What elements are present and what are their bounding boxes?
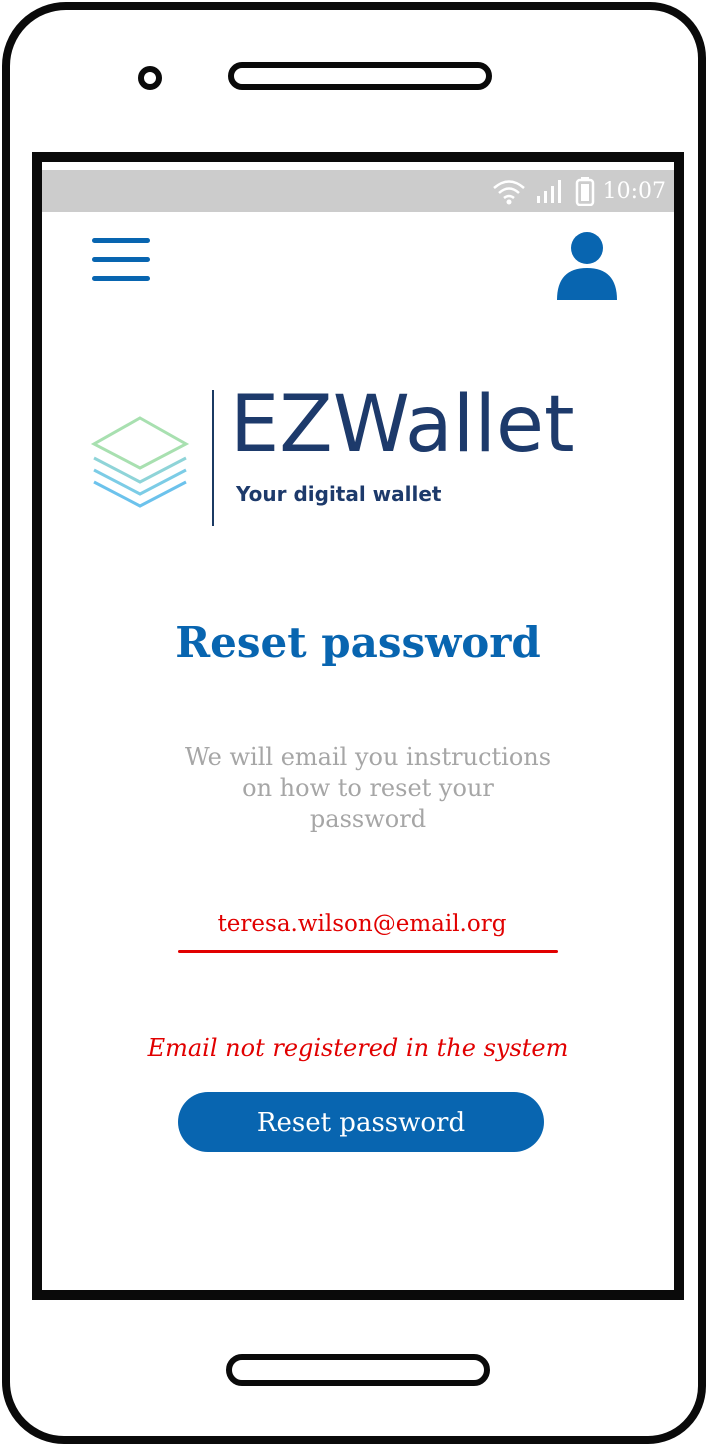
layers-logo-icon — [90, 416, 190, 508]
status-icons: 10:07 — [491, 170, 666, 212]
status-time: 10:07 — [602, 178, 666, 204]
earpiece-speaker — [228, 62, 492, 90]
logo-divider — [212, 390, 214, 526]
status-bar: 10:07 — [42, 170, 674, 212]
app-screen: 10:07 EZWallet Your digital wallet Reset… — [32, 152, 684, 1300]
logo-tagline: Your digital wallet — [236, 482, 442, 506]
instructions-text: We will email you instructions on how to… — [184, 743, 552, 833]
user-icon[interactable] — [556, 230, 618, 300]
menu-line — [92, 238, 150, 243]
page-title: Reset password — [175, 618, 541, 667]
error-message: Email not registered in the system — [147, 1034, 569, 1062]
email-field[interactable] — [170, 902, 554, 946]
ezwallet-logo: EZWallet Your digital wallet — [86, 386, 646, 530]
hamburger-menu-icon[interactable] — [92, 238, 150, 288]
menu-line — [92, 276, 150, 281]
reset-password-button[interactable]: Reset password — [178, 1092, 544, 1152]
logo-name: EZWallet — [230, 380, 575, 470]
menu-line — [92, 257, 150, 262]
camera-icon — [138, 66, 162, 90]
signal-icon — [536, 180, 561, 203]
wifi-icon — [492, 180, 525, 205]
email-field-wrapper — [170, 902, 558, 953]
email-field-underline — [178, 950, 558, 953]
home-bar — [226, 1354, 490, 1386]
battery-icon — [575, 177, 594, 206]
